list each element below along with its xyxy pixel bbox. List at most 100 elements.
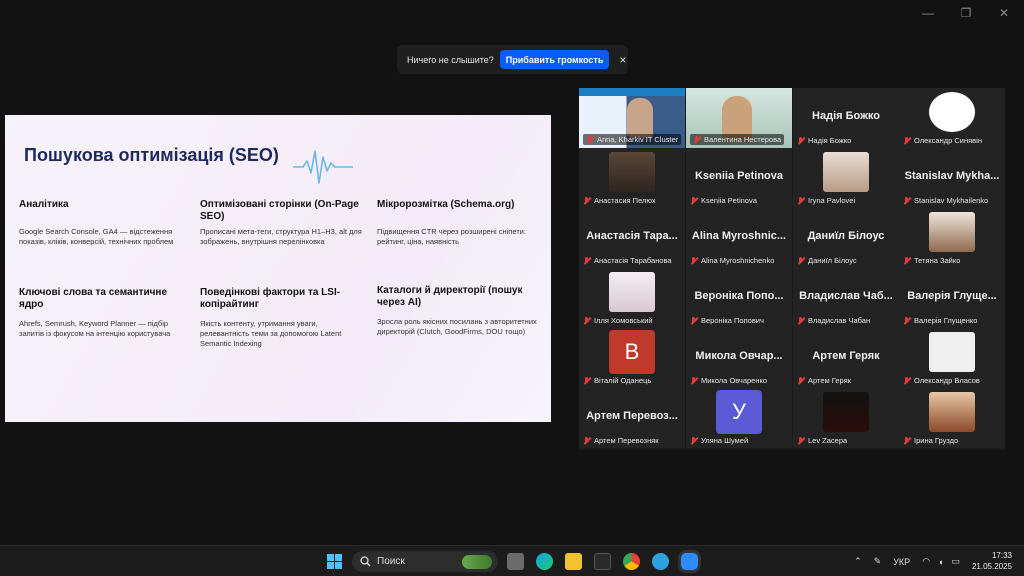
participant-tile[interactable]: Lev Zacepa [793,388,899,448]
participant-label: Даниїл Білоус [797,256,857,265]
participant-tile[interactable]: Анастасія Тара... Анастасія Тарабанова [579,208,685,268]
file-explorer-icon[interactable] [565,553,582,570]
task-view-icon[interactable] [507,553,524,570]
participant-tile[interactable]: Анастасия Пелюх [579,148,685,208]
participant-tile[interactable]: Валентина Нестерова [686,88,792,148]
avatar [609,272,655,312]
participant-name: Валентина Нестерова [704,135,782,144]
waveform-icon [293,150,353,184]
mic-muted-icon [690,196,698,205]
participant-label-inner: Анастасия Пелюх [583,196,656,205]
participant-label: Анастасія Тарабанова [583,256,672,265]
section-desc: Ahrefs, Semrush, Keyword Planner — підбі… [19,319,171,338]
section-desc: Зросла роль якісних посилань з авторитет… [377,317,537,336]
mic-muted-icon [690,376,698,385]
avatar-letter: У [716,390,762,434]
participant-name: Anna, Kharkiv IT Cluster [597,135,679,144]
volume-icon[interactable]: ◖ [938,557,943,567]
participant-display-name: Владислав Чаб... [799,290,893,302]
section-schema: Мікророзмітка (Schema.org) Підвищення CT… [377,199,547,247]
participant-name: Ілля Хомовський [594,316,653,325]
store-icon[interactable] [594,553,611,570]
increase-volume-button[interactable]: Прибавить громкость [499,50,610,69]
participant-tile[interactable]: Артем Геряк Артем Геряк [793,328,899,388]
mic-muted-icon [903,436,911,445]
pen-icon[interactable]: ✎ [874,556,882,567]
participant-label: Вероніка Попович [690,316,764,325]
avatar [929,212,975,252]
banner-text: Ничего не слышите? [407,54,494,65]
participant-label-inner: Надія Божко [797,136,851,145]
participant-label: Уляна Шумей [690,436,748,445]
participant-tile[interactable]: У Уляна Шумей [686,388,792,448]
video-feed-strip [579,88,685,96]
minimize-button[interactable]: — [922,6,934,20]
close-icon[interactable]: × [619,53,626,67]
participant-name: Анастасія Тарабанова [594,256,672,265]
participant-label: Ілля Хомовський [583,316,653,325]
participant-name: Ірина Груздо [914,436,959,445]
participant-tile[interactable]: Даниїл Білоус Даниїл Білоус [793,208,899,268]
participant-label-inner: Микола Овчаренко [690,376,767,385]
telegram-icon[interactable] [652,553,669,570]
participant-label: Валерія Глущенко [903,316,977,325]
participant-tile[interactable]: Валерія Глуще... Валерія Глущенко [899,268,1005,328]
participant-name: Олександр Синявін [914,136,982,145]
participant-label: Надія Божко [797,136,851,145]
participant-name: Lev Zacepa [808,436,848,445]
wifi-icon[interactable]: ◠ [922,556,930,567]
avatar [929,332,975,372]
participant-tile[interactable]: Владислав Чаб... Владислав Чабан [793,268,899,328]
mic-muted-icon [797,376,805,385]
participant-label: Валентина Нестерова [690,134,785,145]
participant-tile[interactable]: Anna, Kharkiv IT Cluster [579,88,685,148]
search-placeholder: Поиск [377,556,405,567]
battery-icon[interactable]: ▭ [951,556,960,567]
participant-label-inner: Олександр Власов [903,376,980,385]
maximize-button[interactable]: ❐ [960,6,972,20]
participant-display-name: Артем Перевоз... [586,410,678,422]
participant-name: Stanislav Mykhailenko [914,196,989,205]
section-analytics: Аналітика Google Search Console, GA4 — в… [19,199,184,247]
participant-label-inner: Lev Zacepa [797,436,847,445]
chrome-icon[interactable] [623,553,640,570]
participant-tile[interactable]: Alina Myroshnic... Alina Myroshnichenko [686,208,792,268]
windows-taskbar: Поиск ⌃ ✎ УКР ◠ ◖ ▭ 17:33 21.05.2025 [0,545,1024,576]
mic-muted-icon [583,316,591,325]
edge-icon[interactable] [536,553,553,570]
participant-display-name: Надія Божко [812,110,880,122]
participant-label-inner: Kseniia Petinova [690,196,757,205]
participant-tile[interactable]: Iryna Pavlovei [793,148,899,208]
participant-tile[interactable]: Ірина Груздо [899,388,1005,448]
participant-tile[interactable]: Вероніка Попо... Вероніка Попович [686,268,792,328]
participant-tile[interactable]: Надія Божко Надія Божко [793,88,899,148]
participant-tile[interactable]: Микола Овчар... Микола Овчаренко [686,328,792,388]
participant-tile[interactable]: Ілля Хомовський [579,268,685,328]
participant-name: Віталій Оданець [594,376,652,385]
clock[interactable]: 17:33 21.05.2025 [972,550,1012,572]
search-icon [360,556,371,567]
start-icon[interactable] [326,553,343,570]
participant-tile[interactable]: Артем Перевоз... Артем Перевозняк [579,388,685,448]
close-window-button[interactable]: ✕ [998,6,1010,20]
participant-tile[interactable]: Олександр Синявін [899,88,1005,148]
language-indicator[interactable]: УКР [893,557,910,567]
section-catalogs: Каталоги й директорії (пошук через AI) З… [377,285,547,337]
mic-muted-icon [903,196,911,205]
participant-label: Анастасия Пелюх [583,196,656,205]
participant-label-inner: Анастасія Тарабанова [583,256,672,265]
avatar-letter: B [609,330,655,374]
participant-tile[interactable]: B Віталій Оданець [579,328,685,388]
participant-label-inner: Anna, Kharkiv IT Cluster [583,134,682,145]
participant-tile[interactable]: Тетяна Зайко [899,208,1005,268]
participant-tile[interactable]: Stanislav Mykha... Stanislav Mykhailenko [899,148,1005,208]
section-title: Поведінкові фактори та LSI-копірайтинг [200,287,341,310]
participant-label-inner: Alina Myroshnichenko [690,256,774,265]
chevron-up-icon[interactable]: ⌃ [854,556,862,567]
participant-tile[interactable]: Олександр Власов [899,328,1005,388]
zoom-app-icon[interactable] [681,553,698,570]
participants-gallery: Anna, Kharkiv IT Cluster Валентина Нестер… [579,88,1005,450]
taskbar-search[interactable]: Поиск [352,551,498,572]
participant-label: Артем Геряк [797,376,851,385]
participant-tile[interactable]: Kseniia Petinova Kseniia Petinova [686,148,792,208]
